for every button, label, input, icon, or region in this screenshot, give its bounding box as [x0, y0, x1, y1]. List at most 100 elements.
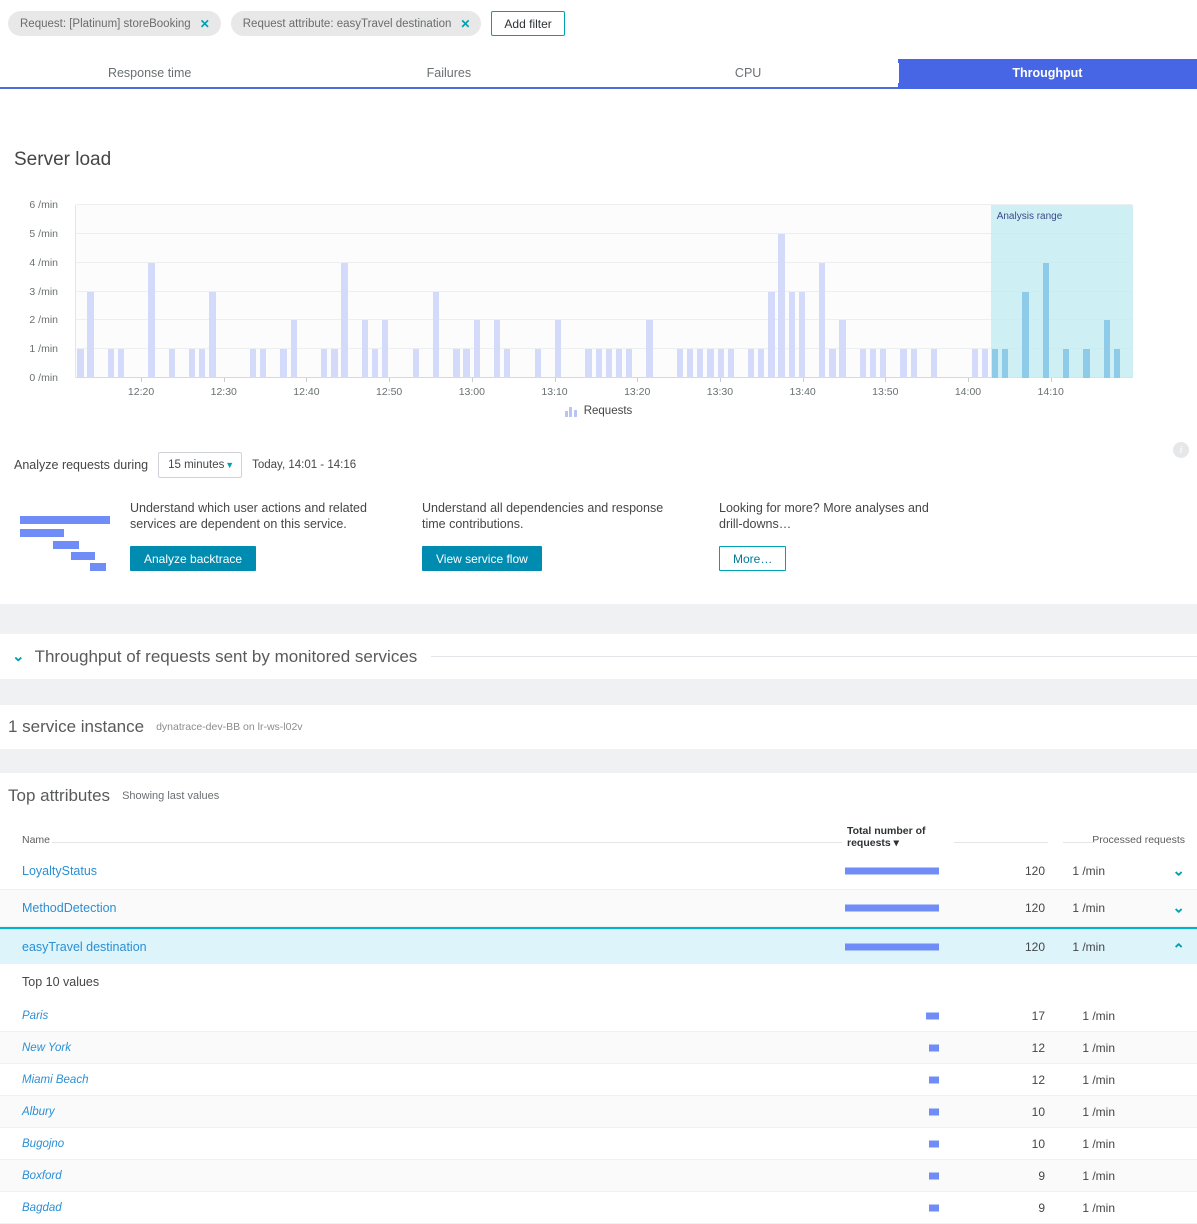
chart-bar[interactable] — [168, 349, 175, 378]
chart-bar[interactable] — [910, 349, 917, 378]
add-filter-button[interactable]: Add filter — [491, 11, 565, 36]
table-row[interactable]: MethodDetection 120 1 /min ⌄ — [0, 890, 1197, 927]
list-item[interactable]: Paris 17 1 /min — [0, 1000, 1197, 1032]
chart-bar[interactable] — [209, 291, 216, 378]
chart-bar[interactable] — [117, 349, 125, 378]
tab-throughput[interactable]: Throughput — [897, 59, 1197, 89]
chart-bar[interactable] — [87, 291, 94, 378]
close-icon[interactable]: ✕ — [200, 18, 210, 30]
row-name-link[interactable]: Bagdad — [22, 1202, 62, 1214]
close-icon[interactable]: ✕ — [460, 18, 470, 30]
more-button[interactable]: More… — [719, 546, 787, 571]
chart-bar[interactable] — [493, 320, 501, 378]
chart-bar[interactable] — [727, 349, 734, 378]
chart-bar[interactable] — [1103, 320, 1111, 378]
chart-bar[interactable] — [249, 349, 257, 378]
chart-bar[interactable] — [900, 349, 907, 378]
tab-response-time[interactable]: Response time — [0, 59, 300, 89]
chart-bar[interactable] — [717, 349, 724, 378]
row-name-link[interactable]: Albury — [22, 1106, 55, 1118]
filter-chip-request-attribute[interactable]: Request attribute: easyTravel destinatio… — [230, 11, 482, 36]
table-row[interactable]: easyTravel destination 120 1 /min ⌃ — [0, 927, 1197, 964]
chart-bar[interactable] — [361, 320, 369, 378]
chart-bar[interactable] — [199, 349, 206, 378]
chart-bar[interactable] — [1042, 262, 1050, 378]
chart-bar[interactable] — [615, 349, 623, 378]
chart-bar[interactable] — [687, 349, 694, 378]
analysis-range-band[interactable] — [990, 205, 1133, 378]
chart-bar[interactable] — [1002, 349, 1009, 378]
chart-bar[interactable] — [676, 349, 684, 378]
duration-select[interactable]: 15 minutes ▼ — [158, 452, 243, 478]
chart-bar[interactable] — [646, 320, 653, 378]
chart-bar[interactable] — [382, 320, 389, 378]
chart-bar[interactable] — [1113, 349, 1121, 378]
chart-bar[interactable] — [880, 349, 887, 378]
chart-bar[interactable] — [371, 349, 379, 378]
chart-bar[interactable] — [148, 262, 155, 378]
chart-bar[interactable] — [432, 291, 440, 378]
chart-bar[interactable] — [77, 349, 84, 378]
chart-bar[interactable] — [585, 349, 592, 378]
chart-bar[interactable] — [280, 349, 287, 378]
chart-bar[interactable] — [331, 349, 338, 378]
chart-bar[interactable] — [321, 349, 328, 378]
chart-bar[interactable] — [778, 233, 785, 378]
chart-bar[interactable] — [839, 320, 846, 378]
chevron-down-icon[interactable]: ⌄ — [12, 649, 25, 664]
chart-bar[interactable] — [189, 349, 196, 378]
list-item[interactable]: Bagdad 9 1 /min — [0, 1192, 1197, 1224]
chart-bar[interactable] — [798, 291, 806, 378]
chart-bar[interactable] — [473, 320, 480, 378]
table-row[interactable]: LoyaltyStatus 120 1 /min ⌄ — [0, 853, 1197, 890]
list-item[interactable]: Miami Beach 12 1 /min — [0, 1064, 1197, 1096]
chart-bar[interactable] — [605, 349, 613, 378]
row-name-link[interactable]: LoyaltyStatus — [22, 864, 97, 878]
chart-bar[interactable] — [981, 349, 989, 378]
chart-bar[interactable] — [107, 349, 114, 378]
chart-bar[interactable] — [534, 349, 541, 378]
chevron-down-icon[interactable]: ⌄ — [1172, 901, 1185, 916]
list-item[interactable]: New York 12 1 /min — [0, 1032, 1197, 1064]
chart-bar[interactable] — [554, 320, 562, 378]
chart-bar[interactable] — [341, 262, 348, 378]
filter-chip-request[interactable]: Request: [Platinum] storeBooking ✕ — [8, 11, 221, 36]
chart-bar[interactable] — [758, 349, 765, 378]
chart-bar[interactable] — [788, 291, 795, 378]
chart-bar[interactable] — [971, 349, 978, 378]
chart-bar[interactable] — [626, 349, 633, 378]
chart-bar[interactable] — [260, 349, 267, 378]
chart-bar[interactable] — [463, 349, 470, 378]
chart-bar[interactable] — [290, 320, 297, 378]
chart-bar[interactable] — [748, 349, 755, 378]
info-icon[interactable]: i — [1173, 442, 1189, 458]
chevron-down-icon[interactable]: ⌄ — [1172, 864, 1185, 879]
chart-bar[interactable] — [453, 349, 460, 378]
chart-bar[interactable] — [829, 349, 836, 378]
chart-bar[interactable] — [819, 262, 826, 378]
throughput-section-header[interactable]: ⌄ Throughput of requests sent by monitor… — [0, 634, 1197, 679]
tab-failures[interactable]: Failures — [299, 59, 599, 89]
list-item[interactable]: Albury 10 1 /min — [0, 1096, 1197, 1128]
chevron-up-icon[interactable]: ⌃ — [1172, 942, 1185, 957]
view-service-flow-button[interactable]: View service flow — [422, 546, 542, 571]
row-name-link[interactable]: Boxford — [22, 1170, 62, 1182]
chart-bar[interactable] — [504, 349, 511, 378]
chart-bar[interactable] — [697, 349, 704, 378]
chart-bar[interactable] — [768, 291, 775, 378]
row-name-link[interactable]: Paris — [22, 1010, 48, 1022]
list-item[interactable]: Bugojno 10 1 /min — [0, 1128, 1197, 1160]
tab-cpu[interactable]: CPU — [598, 59, 898, 89]
chart-bar[interactable] — [595, 349, 602, 378]
chart-bar[interactable] — [707, 349, 714, 378]
chart-bar[interactable] — [1083, 349, 1090, 378]
chart-bar[interactable] — [1063, 349, 1070, 378]
chart-bar[interactable] — [859, 349, 867, 378]
chart-plot-area[interactable]: Analysis range — [75, 204, 1133, 378]
chart-bar[interactable] — [991, 349, 999, 378]
row-name-link[interactable]: Miami Beach — [22, 1074, 88, 1086]
chart-bar[interactable] — [930, 349, 938, 378]
row-name-link[interactable]: Bugojno — [22, 1138, 64, 1150]
chart-bar[interactable] — [412, 349, 419, 378]
list-item[interactable]: Boxford 9 1 /min — [0, 1160, 1197, 1192]
